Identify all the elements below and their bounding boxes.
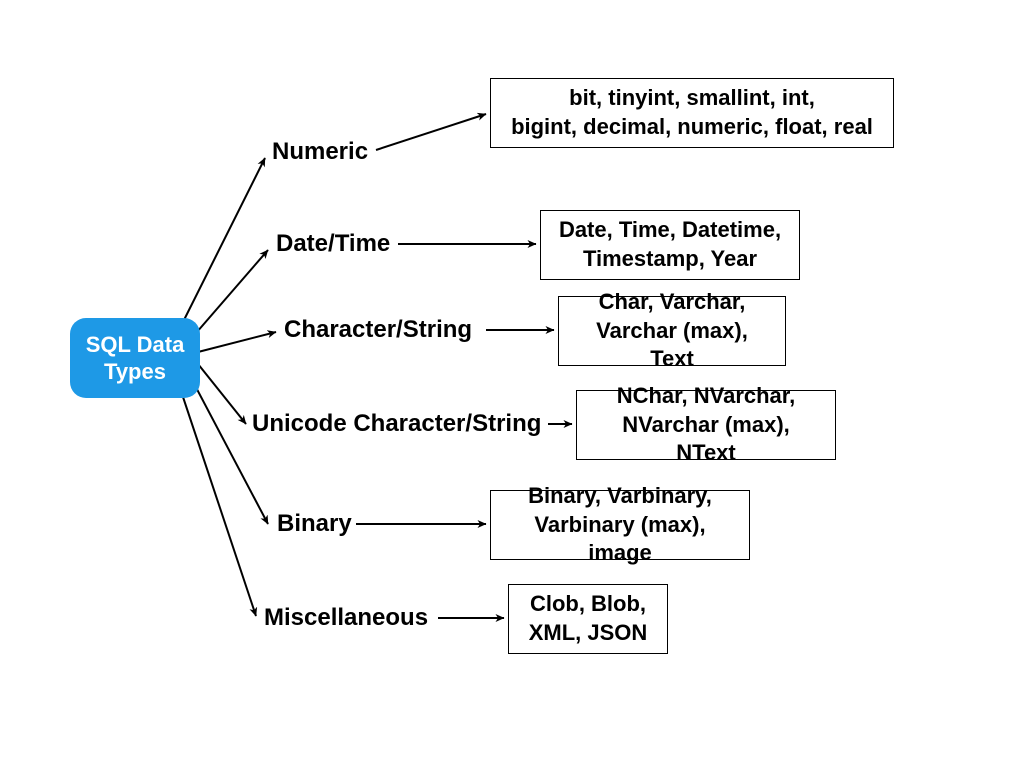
category-label-character-string: Character/String [284,314,472,346]
detail-box-binary: Binary, Varbinary, Varbinary (max), imag… [490,490,750,560]
cat-text: Date/Time [276,230,390,258]
detail-box-unicode-string: NChar, NVarchar, NVarchar (max), NText [576,390,836,460]
category-label-numeric: Numeric [272,136,368,168]
detail-box-character-string: Char, Varchar, Varchar (max), Text [558,296,786,366]
detail-text: Clob, Blob, XML, JSON [529,590,648,647]
detail-text: bit, tinyint, smallint, int, bigint, dec… [511,84,873,141]
root-node: SQL Data Types [70,318,200,398]
detail-box-miscellaneous: Clob, Blob, XML, JSON [508,584,668,654]
category-label-datetime: Date/Time [276,228,390,260]
detail-box-datetime: Date, Time, Datetime, Timestamp, Year [540,210,800,280]
detail-text: Date, Time, Datetime, Timestamp, Year [559,216,781,273]
category-label-miscellaneous: Miscellaneous [264,602,428,634]
detail-text: Char, Varchar, Varchar (max), Text [573,288,771,374]
cat-text: Character/String [284,316,472,344]
detail-box-numeric: bit, tinyint, smallint, int, bigint, dec… [490,78,894,148]
category-label-unicode-string: Unicode Character/String [252,408,541,440]
diagram-canvas: SQL Data Types Numeric Date/Time Charact… [0,0,1024,768]
cat-text: Miscellaneous [264,604,428,632]
detail-text: NChar, NVarchar, NVarchar (max), NText [591,382,821,468]
cat-text: Binary [277,510,352,538]
cat-text: Unicode Character/String [252,410,541,438]
cat-text: Numeric [272,138,368,166]
detail-text: Binary, Varbinary, Varbinary (max), imag… [505,482,735,568]
root-label: SQL Data Types [80,331,190,386]
category-label-binary: Binary [277,508,352,540]
